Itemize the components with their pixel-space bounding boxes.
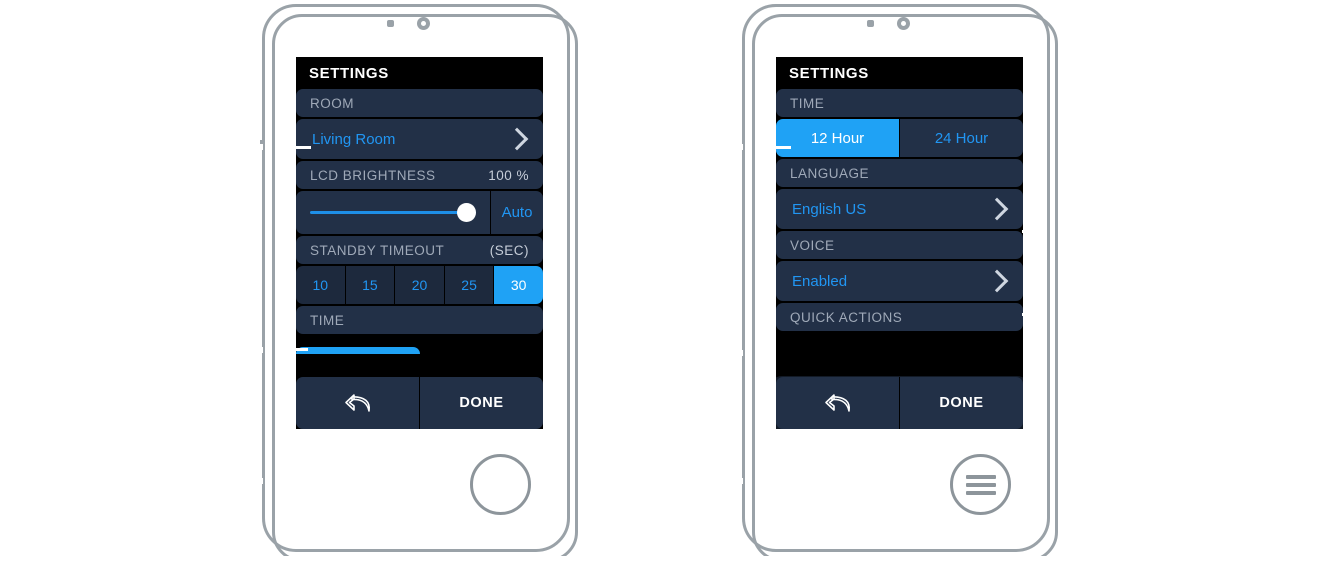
section-header-label: STANDBY TIMEOUT (310, 242, 445, 258)
front-camera-icon (417, 17, 430, 30)
section-header-room: ROOM (296, 89, 543, 117)
settings-list-right: TIME 12 Hour 24 Hour LANGUAGE English US… (776, 89, 1023, 331)
guide-gap-left-b (260, 347, 263, 353)
back-arrow-icon (344, 394, 370, 412)
back-arrow-icon (824, 394, 850, 412)
device-screen-right: SETTINGS TIME 12 Hour 24 Hour LANGUAGE E… (776, 57, 1023, 429)
section-header-quick-actions: QUICK ACTIONS (776, 303, 1023, 331)
callout-tick-right-4 (1022, 313, 1042, 316)
slider-knob[interactable] (457, 203, 476, 222)
chevron-right-icon (505, 127, 529, 151)
section-header-time: TIME (296, 306, 543, 334)
frame-bottom-mask (738, 556, 1068, 565)
back-button[interactable] (776, 377, 900, 429)
done-label: DONE (939, 395, 984, 411)
bottom-action-bar-left: DONE (296, 377, 543, 429)
standby-option-20[interactable]: 20 (395, 266, 445, 304)
setting-room-value[interactable]: Living Room (296, 119, 543, 159)
done-button[interactable]: DONE (900, 377, 1023, 429)
guide-gap-right-a (740, 144, 743, 150)
time-option-24-hour[interactable]: 24 Hour (900, 119, 1023, 157)
section-header-label: VOICE (790, 237, 835, 253)
slider-track (310, 211, 476, 214)
section-header-time: TIME (776, 89, 1023, 117)
proximity-sensor-icon (867, 20, 874, 27)
section-header-lcd-brightness: LCD BRIGHTNESS 100 % (296, 161, 543, 189)
back-button[interactable] (296, 377, 420, 429)
section-header-voice: VOICE (776, 231, 1023, 259)
done-button[interactable]: DONE (420, 377, 543, 429)
section-header-label: LCD BRIGHTNESS (310, 167, 436, 183)
chevron-right-icon (985, 197, 1009, 221)
section-header-label: LANGUAGE (790, 165, 870, 181)
standby-option-15[interactable]: 15 (345, 266, 396, 304)
phone-mockup-right: SETTINGS TIME 12 Hour 24 Hour LANGUAGE E… (738, 0, 1068, 565)
device-screen-left: SETTINGS ROOM Living Room LCD BRIGHTNESS… (296, 57, 543, 429)
brightness-auto-button[interactable]: Auto (490, 191, 543, 234)
standby-option-30[interactable]: 30 (494, 266, 543, 304)
proximity-sensor-icon (387, 20, 394, 27)
guide-gap-left-e (572, 311, 575, 317)
hamburger-menu-icon (965, 471, 996, 499)
phone-mockup-left: SETTINGS ROOM Living Room LCD BRIGHTNESS… (258, 0, 588, 565)
guide-gap-left-a (260, 144, 263, 150)
brightness-value: 100 % (488, 167, 529, 183)
standby-unit-label: (SEC) (489, 242, 529, 258)
setting-value-label: English US (792, 200, 867, 218)
front-camera-icon (897, 17, 910, 30)
section-header-label: TIME (790, 95, 825, 111)
time-option-12-hour[interactable]: 12 Hour (776, 119, 900, 157)
callout-tick-right-3 (1022, 230, 1042, 233)
guide-gap-right-b (740, 350, 743, 356)
callout-tick-right-2 (758, 353, 772, 356)
section-header-standby-timeout: STANDBY TIMEOUT (SEC) (296, 236, 543, 264)
guide-gap-left-d (572, 228, 575, 234)
callout-tick-right-1 (771, 146, 791, 149)
time-format-options[interactable]: 12 Hour 24 Hour (776, 119, 1023, 157)
setting-language-value[interactable]: English US (776, 189, 1023, 229)
section-header-label: TIME (310, 312, 345, 328)
frame-bottom-mask (258, 556, 588, 565)
guide-gap-right-e (1052, 311, 1055, 317)
standby-option-25[interactable]: 25 (444, 266, 495, 304)
guide-gap-right-d (1052, 228, 1055, 234)
time-option-selected-sliver (296, 347, 420, 354)
callout-tick-left-1 (291, 146, 311, 149)
chevron-right-icon (985, 269, 1009, 293)
page-title: SETTINGS (789, 65, 869, 82)
setting-value-label: Living Room (312, 130, 396, 148)
guide-gap-left-c (260, 478, 263, 484)
home-button-left[interactable] (470, 454, 531, 515)
section-header-language: LANGUAGE (776, 159, 1023, 187)
standby-option-10[interactable]: 10 (296, 266, 346, 304)
page-title: SETTINGS (309, 65, 389, 82)
section-header-label: ROOM (310, 95, 354, 111)
brightness-slider[interactable] (296, 191, 490, 234)
guide-gap-right-c (740, 478, 743, 484)
brightness-slider-row[interactable]: Auto (296, 191, 543, 234)
home-button-right[interactable] (950, 454, 1011, 515)
setting-value-label: Enabled (792, 272, 848, 290)
setting-voice-value[interactable]: Enabled (776, 261, 1023, 301)
standby-timeout-options[interactable]: 10 15 20 25 30 (296, 266, 543, 304)
settings-list-left: ROOM Living Room LCD BRIGHTNESS 100 % Au… (296, 89, 543, 354)
done-label: DONE (459, 395, 504, 411)
callout-tick-left-2 (294, 348, 308, 351)
section-header-label: QUICK ACTIONS (790, 309, 903, 325)
bottom-action-bar-right: DONE (776, 377, 1023, 429)
time-options-partial (296, 336, 543, 354)
